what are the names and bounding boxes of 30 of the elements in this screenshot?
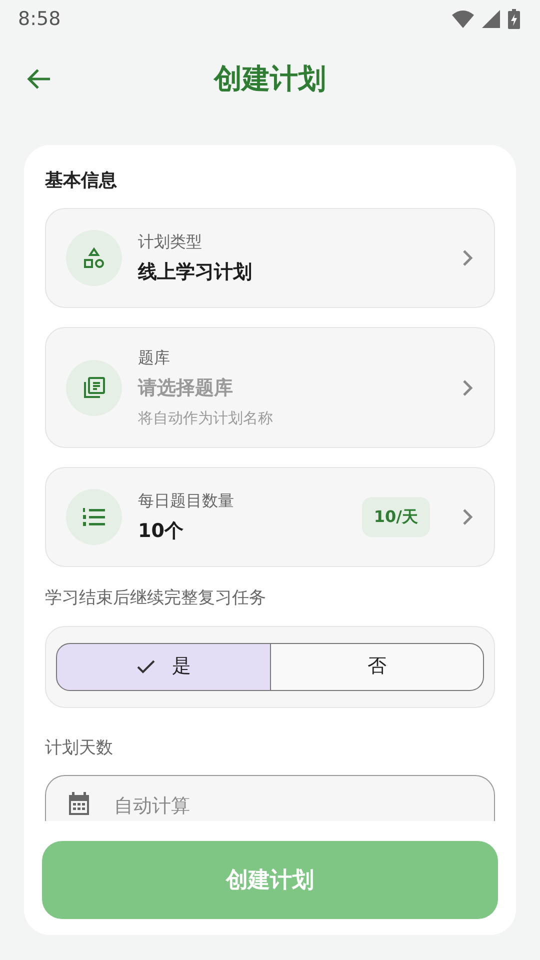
field-placeholder: 请选择题库: [138, 376, 234, 401]
rate-tag: 10/天: [362, 497, 430, 537]
field-placeholder: 自动计算: [114, 794, 190, 819]
chevron-right-icon: [462, 508, 474, 526]
page-title: 创建计划: [212, 61, 327, 97]
form-row[interactable]: 计划类型 线上学习计划: [45, 208, 495, 308]
numbered-list-icon: [82, 506, 106, 528]
section-title: 基本信息: [45, 169, 118, 193]
wifi-icon: [452, 10, 474, 28]
calendar-icon: [68, 792, 90, 816]
field-value: 线上学习计划: [138, 260, 253, 285]
field-hint: 将自动作为计划名称: [138, 408, 274, 428]
choice-segment[interactable]: 否: [270, 642, 484, 690]
chevron-right-icon: [462, 378, 474, 396]
choice-segment[interactable]: 是: [56, 642, 270, 690]
battery-icon: [508, 9, 520, 29]
field-label: 计划类型: [138, 230, 203, 253]
field-label: 每日题目数量: [138, 490, 235, 512]
signal-icon: [482, 10, 500, 28]
status-time: 8:58: [18, 6, 61, 32]
shapes-icon: [83, 247, 105, 269]
form-row[interactable]: 每日题目数量 10个 10/天: [45, 467, 495, 567]
check-icon: [136, 658, 156, 674]
field-value: 10个: [138, 518, 184, 544]
library-icon: [82, 376, 106, 400]
field-label: 题库: [138, 347, 171, 369]
field-label: 计划天数: [45, 736, 114, 760]
chevron-right-icon: [462, 249, 474, 267]
question-label: 学习结束后继续完整复习任务: [45, 587, 267, 610]
form-row[interactable]: 题库 请选择题库 将自动作为计划名称: [45, 327, 495, 448]
